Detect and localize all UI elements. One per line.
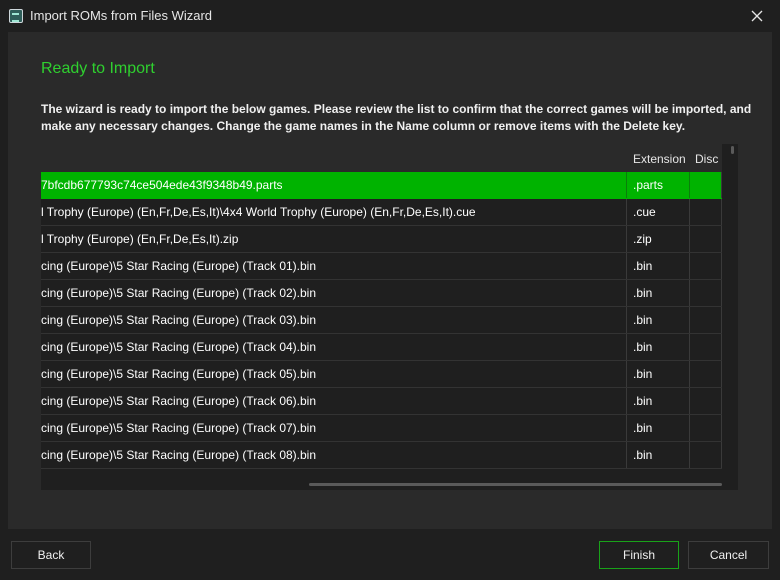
table-row[interactable]: cing (Europe)\5 Star Racing (Europe) (Tr… [41, 307, 722, 334]
page-description: The wizard is ready to import the below … [41, 102, 752, 133]
cell-extension: .parts [626, 172, 690, 198]
cell-disc [690, 334, 722, 360]
cell-extension: .bin [626, 334, 690, 360]
cell-disc [690, 307, 722, 333]
cell-extension: .bin [626, 361, 690, 387]
cell-name[interactable]: cing (Europe)\5 Star Racing (Europe) (Tr… [41, 313, 625, 327]
table-row[interactable]: cing (Europe)\5 Star Racing (Europe) (Tr… [41, 253, 722, 280]
table-row[interactable]: cing (Europe)\5 Star Racing (Europe) (Tr… [41, 280, 722, 307]
cancel-button[interactable]: Cancel [688, 541, 769, 569]
table-row[interactable]: cing (Europe)\5 Star Racing (Europe) (Tr… [41, 442, 722, 469]
back-button[interactable]: Back [11, 541, 91, 569]
cell-name[interactable]: l Trophy (Europe) (En,Fr,De,Es,It).zip [41, 232, 625, 246]
wizard-content: Ready to Import The wizard is ready to i… [8, 32, 772, 529]
cell-extension: .bin [626, 388, 690, 414]
cell-disc [690, 442, 722, 468]
table-row[interactable]: cing (Europe)\5 Star Racing (Europe) (Tr… [41, 361, 722, 388]
cell-disc [690, 253, 722, 279]
close-icon[interactable] [744, 4, 770, 28]
cell-disc [690, 361, 722, 387]
cell-name[interactable]: cing (Europe)\5 Star Racing (Europe) (Tr… [41, 421, 625, 435]
horizontal-scroll-thumb[interactable] [309, 483, 722, 486]
cell-name[interactable]: l Trophy (Europe) (En,Fr,De,Es,It)\4x4 W… [41, 205, 625, 219]
table-row[interactable]: 7bfcdb677793c74ce504ede43f9348b49.parts.… [41, 172, 722, 199]
vertical-scroll-thumb[interactable] [731, 146, 734, 154]
column-header-disc[interactable]: Disc [695, 152, 718, 166]
cell-extension: .bin [626, 253, 690, 279]
cell-disc [690, 172, 722, 198]
page-title: Ready to Import [41, 60, 155, 77]
games-table[interactable]: Extension Disc 7bfcdb677793c74ce504ede43… [41, 144, 738, 490]
table-row[interactable]: l Trophy (Europe) (En,Fr,De,Es,It).zip .z… [41, 226, 722, 253]
cell-disc [690, 415, 722, 441]
table-row[interactable]: cing (Europe)\5 Star Racing (Europe) (Tr… [41, 415, 722, 442]
cell-name[interactable]: cing (Europe)\5 Star Racing (Europe) (Tr… [41, 394, 625, 408]
app-icon [9, 9, 23, 23]
window-title: Import ROMs from Files Wizard [30, 8, 213, 23]
cell-name[interactable]: cing (Europe)\5 Star Racing (Europe) (Tr… [41, 340, 625, 354]
cell-extension: .cue [626, 199, 690, 225]
finish-button[interactable]: Finish [599, 541, 679, 569]
table-header: Extension Disc [41, 144, 722, 172]
cell-name[interactable]: cing (Europe)\5 Star Racing (Europe) (Tr… [41, 367, 625, 381]
vertical-scrollbar[interactable] [727, 144, 738, 490]
column-header-extension[interactable]: Extension [633, 152, 686, 166]
cell-name[interactable]: cing (Europe)\5 Star Racing (Europe) (Tr… [41, 259, 625, 273]
cell-extension: .bin [626, 442, 690, 468]
cell-disc [690, 199, 722, 225]
title-bar: Import ROMs from Files Wizard [0, 0, 780, 32]
cell-extension: .bin [626, 280, 690, 306]
horizontal-scrollbar[interactable] [41, 478, 722, 490]
cell-disc [690, 388, 722, 414]
table-row[interactable]: cing (Europe)\5 Star Racing (Europe) (Tr… [41, 334, 722, 361]
cell-name[interactable]: cing (Europe)\5 Star Racing (Europe) (Tr… [41, 448, 625, 462]
table-row[interactable]: l Trophy (Europe) (En,Fr,De,Es,It)\4x4 W… [41, 199, 722, 226]
cell-extension: .bin [626, 415, 690, 441]
cell-name[interactable]: cing (Europe)\5 Star Racing (Europe) (Tr… [41, 286, 625, 300]
table-row[interactable]: cing (Europe)\5 Star Racing (Europe) (Tr… [41, 388, 722, 415]
cell-name[interactable]: 7bfcdb677793c74ce504ede43f9348b49.parts [41, 178, 625, 192]
cell-extension: .bin [626, 307, 690, 333]
cell-extension: .zip [626, 226, 690, 252]
cell-disc [690, 280, 722, 306]
cell-disc [690, 226, 722, 252]
